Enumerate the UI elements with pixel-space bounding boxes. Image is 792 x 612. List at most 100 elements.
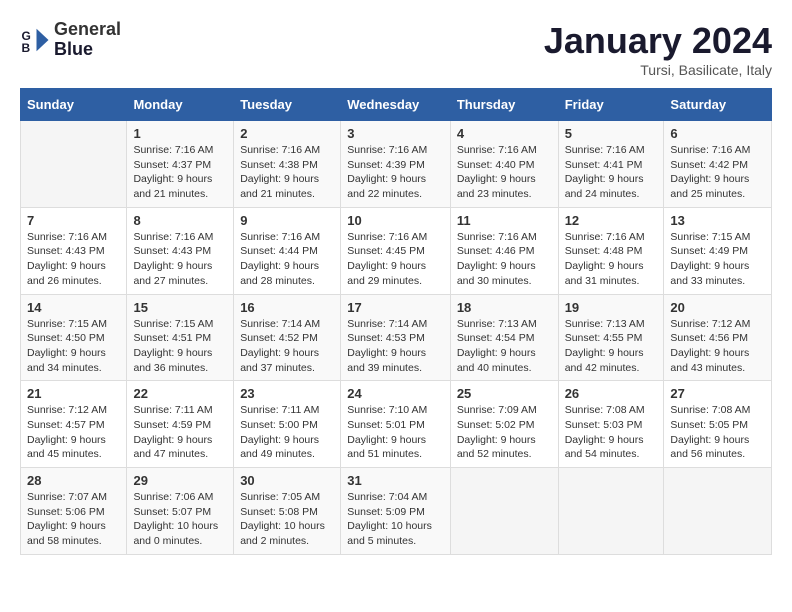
day-info: Sunrise: 7:14 AM Sunset: 4:52 PM Dayligh…: [240, 317, 334, 376]
day-info: Sunrise: 7:09 AM Sunset: 5:02 PM Dayligh…: [457, 403, 552, 462]
day-info: Sunrise: 7:15 AM Sunset: 4:50 PM Dayligh…: [27, 317, 120, 376]
day-number: 4: [457, 126, 552, 141]
calendar-week-row: 7Sunrise: 7:16 AM Sunset: 4:43 PM Daylig…: [21, 207, 772, 294]
day-info: Sunrise: 7:16 AM Sunset: 4:37 PM Dayligh…: [133, 143, 227, 202]
day-info: Sunrise: 7:08 AM Sunset: 5:05 PM Dayligh…: [670, 403, 765, 462]
weekday-header: Tuesday: [234, 89, 341, 121]
day-info: Sunrise: 7:16 AM Sunset: 4:45 PM Dayligh…: [347, 230, 444, 289]
weekday-header: Friday: [558, 89, 664, 121]
calendar-cell: 30 Sunrise: 7:05 AM Sunset: 5:08 PM Dayli…: [234, 468, 341, 555]
weekday-header: Sunday: [21, 89, 127, 121]
calendar-cell: 8 Sunrise: 7:16 AM Sunset: 4:43 PM Daylig…: [127, 207, 234, 294]
logo: G B General Blue: [20, 20, 121, 60]
calendar-cell: 20 Sunrise: 7:12 AM Sunset: 4:56 PM Dayli…: [664, 294, 772, 381]
day-info: Sunrise: 7:15 AM Sunset: 4:49 PM Dayligh…: [670, 230, 765, 289]
calendar-cell: 2 Sunrise: 7:16 AM Sunset: 4:38 PM Daylig…: [234, 121, 341, 208]
day-info: Sunrise: 7:10 AM Sunset: 5:01 PM Dayligh…: [347, 403, 444, 462]
calendar-week-row: 14 Sunrise: 7:15 AM Sunset: 4:50 PM Dayli…: [21, 294, 772, 381]
calendar-cell: 24 Sunrise: 7:10 AM Sunset: 5:01 PM Dayli…: [341, 381, 451, 468]
day-info: Sunrise: 7:11 AM Sunset: 5:00 PM Dayligh…: [240, 403, 334, 462]
day-info: Sunrise: 7:16 AM Sunset: 4:44 PM Dayligh…: [240, 230, 334, 289]
calendar-cell: 13 Sunrise: 7:15 AM Sunset: 4:49 PM Dayli…: [664, 207, 772, 294]
day-number: 14: [27, 300, 120, 315]
calendar-cell: 26Sunrise: 7:08 AM Sunset: 5:03 PM Dayli…: [558, 381, 664, 468]
calendar-cell: 16 Sunrise: 7:14 AM Sunset: 4:52 PM Dayli…: [234, 294, 341, 381]
day-number: 5: [565, 126, 658, 141]
day-info: Sunrise: 7:16 AM Sunset: 4:43 PM Dayligh…: [27, 230, 120, 289]
day-number: 12: [565, 213, 658, 228]
day-number: 17: [347, 300, 444, 315]
calendar-cell: 22Sunrise: 7:11 AM Sunset: 4:59 PM Dayli…: [127, 381, 234, 468]
day-info: Sunrise: 7:16 AM Sunset: 4:41 PM Dayligh…: [565, 143, 658, 202]
day-number: 2: [240, 126, 334, 141]
day-info: Sunrise: 7:07 AM Sunset: 5:06 PM Dayligh…: [27, 490, 120, 549]
calendar-cell: 11Sunrise: 7:16 AM Sunset: 4:46 PM Dayli…: [450, 207, 558, 294]
calendar-cell: 29 Sunrise: 7:06 AM Sunset: 5:07 PM Dayli…: [127, 468, 234, 555]
day-info: Sunrise: 7:12 AM Sunset: 4:56 PM Dayligh…: [670, 317, 765, 376]
day-number: 25: [457, 386, 552, 401]
day-number: 30: [240, 473, 334, 488]
day-number: 11: [457, 213, 552, 228]
calendar-cell: 12 Sunrise: 7:16 AM Sunset: 4:48 PM Dayli…: [558, 207, 664, 294]
calendar-table: SundayMondayTuesdayWednesdayThursdayFrid…: [20, 88, 772, 555]
day-number: 13: [670, 213, 765, 228]
calendar-cell: 31Sunrise: 7:04 AM Sunset: 5:09 PM Dayli…: [341, 468, 451, 555]
day-info: Sunrise: 7:16 AM Sunset: 4:43 PM Dayligh…: [133, 230, 227, 289]
logo-line2: Blue: [54, 40, 121, 60]
calendar-week-row: 21Sunrise: 7:12 AM Sunset: 4:57 PM Dayli…: [21, 381, 772, 468]
weekday-header: Thursday: [450, 89, 558, 121]
calendar-cell: 14 Sunrise: 7:15 AM Sunset: 4:50 PM Dayli…: [21, 294, 127, 381]
calendar-cell: 21Sunrise: 7:12 AM Sunset: 4:57 PM Dayli…: [21, 381, 127, 468]
logo-line1: General: [54, 20, 121, 40]
calendar-cell: [21, 121, 127, 208]
day-number: 28: [27, 473, 120, 488]
calendar-cell: [558, 468, 664, 555]
day-number: 31: [347, 473, 444, 488]
calendar-week-row: 1 Sunrise: 7:16 AM Sunset: 4:37 PM Daylig…: [21, 121, 772, 208]
day-info: Sunrise: 7:16 AM Sunset: 4:40 PM Dayligh…: [457, 143, 552, 202]
weekday-header: Monday: [127, 89, 234, 121]
day-number: 1: [133, 126, 227, 141]
header: G B General Blue January 2024 Tursi, Bas…: [20, 20, 772, 78]
day-number: 20: [670, 300, 765, 315]
calendar-title: January 2024: [544, 20, 772, 62]
day-number: 21: [27, 386, 120, 401]
calendar-cell: 9Sunrise: 7:16 AM Sunset: 4:44 PM Daylig…: [234, 207, 341, 294]
calendar-cell: 6 Sunrise: 7:16 AM Sunset: 4:42 PM Daylig…: [664, 121, 772, 208]
calendar-subtitle: Tursi, Basilicate, Italy: [544, 62, 772, 78]
day-number: 3: [347, 126, 444, 141]
weekday-header: Saturday: [664, 89, 772, 121]
day-number: 10: [347, 213, 444, 228]
calendar-cell: 15 Sunrise: 7:15 AM Sunset: 4:51 PM Dayli…: [127, 294, 234, 381]
day-info: Sunrise: 7:13 AM Sunset: 4:55 PM Dayligh…: [565, 317, 658, 376]
calendar-cell: [450, 468, 558, 555]
calendar-header-row: SundayMondayTuesdayWednesdayThursdayFrid…: [21, 89, 772, 121]
logo-text: General Blue: [54, 20, 121, 60]
day-info: Sunrise: 7:05 AM Sunset: 5:08 PM Dayligh…: [240, 490, 334, 549]
logo-icon: G B: [20, 25, 50, 55]
day-number: 27: [670, 386, 765, 401]
calendar-cell: 10 Sunrise: 7:16 AM Sunset: 4:45 PM Dayli…: [341, 207, 451, 294]
day-info: Sunrise: 7:16 AM Sunset: 4:42 PM Dayligh…: [670, 143, 765, 202]
day-number: 8: [133, 213, 227, 228]
day-info: Sunrise: 7:16 AM Sunset: 4:38 PM Dayligh…: [240, 143, 334, 202]
day-number: 6: [670, 126, 765, 141]
day-info: Sunrise: 7:15 AM Sunset: 4:51 PM Dayligh…: [133, 317, 227, 376]
calendar-cell: [664, 468, 772, 555]
svg-text:B: B: [22, 41, 31, 55]
day-number: 16: [240, 300, 334, 315]
day-info: Sunrise: 7:06 AM Sunset: 5:07 PM Dayligh…: [133, 490, 227, 549]
calendar-cell: 3 Sunrise: 7:16 AM Sunset: 4:39 PM Daylig…: [341, 121, 451, 208]
day-number: 29: [133, 473, 227, 488]
day-number: 18: [457, 300, 552, 315]
day-info: Sunrise: 7:16 AM Sunset: 4:39 PM Dayligh…: [347, 143, 444, 202]
calendar-cell: 28 Sunrise: 7:07 AM Sunset: 5:06 PM Dayli…: [21, 468, 127, 555]
title-area: January 2024 Tursi, Basilicate, Italy: [544, 20, 772, 78]
day-info: Sunrise: 7:16 AM Sunset: 4:48 PM Dayligh…: [565, 230, 658, 289]
day-number: 15: [133, 300, 227, 315]
day-number: 19: [565, 300, 658, 315]
day-number: 24: [347, 386, 444, 401]
day-number: 26: [565, 386, 658, 401]
day-info: Sunrise: 7:11 AM Sunset: 4:59 PM Dayligh…: [133, 403, 227, 462]
calendar-cell: 1 Sunrise: 7:16 AM Sunset: 4:37 PM Daylig…: [127, 121, 234, 208]
